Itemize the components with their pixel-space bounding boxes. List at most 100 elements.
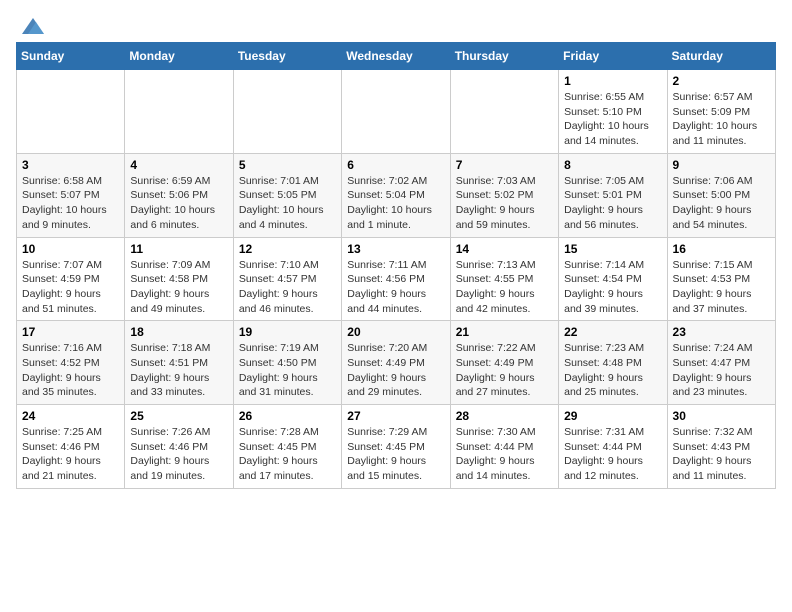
day-info: Sunrise: 7:02 AM Sunset: 5:04 PM Dayligh… xyxy=(347,174,444,233)
calendar-cell: 5 Sunrise: 7:01 AM Sunset: 5:05 PM Daylig… xyxy=(233,153,341,237)
calendar-cell xyxy=(233,70,341,154)
calendar-cell xyxy=(125,70,233,154)
day-number: 27 xyxy=(347,409,444,423)
day-number: 23 xyxy=(673,325,770,339)
calendar-cell: 23 Sunrise: 7:24 AM Sunset: 4:47 PM Dayli… xyxy=(667,321,775,405)
calendar-cell xyxy=(450,70,558,154)
day-number: 22 xyxy=(564,325,661,339)
day-number: 2 xyxy=(673,74,770,88)
calendar-cell: 9Sunrise: 7:06 AM Sunset: 5:00 PM Daylig… xyxy=(667,153,775,237)
calendar-week-row: 24 Sunrise: 7:25 AM Sunset: 4:46 PM Dayli… xyxy=(17,405,776,489)
day-info: Sunrise: 7:26 AM Sunset: 4:46 PM Dayligh… xyxy=(130,425,227,484)
logo-icon xyxy=(20,16,46,36)
day-number: 20 xyxy=(347,325,444,339)
day-info: Sunrise: 6:59 AM Sunset: 5:06 PM Dayligh… xyxy=(130,174,227,233)
calendar-cell: 8 Sunrise: 7:05 AM Sunset: 5:01 PM Daylig… xyxy=(559,153,667,237)
day-number: 1 xyxy=(564,74,661,88)
calendar-cell: 6 Sunrise: 7:02 AM Sunset: 5:04 PM Daylig… xyxy=(342,153,450,237)
day-info: Sunrise: 7:01 AM Sunset: 5:05 PM Dayligh… xyxy=(239,174,336,233)
calendar-cell: 26Sunrise: 7:28 AM Sunset: 4:45 PM Dayli… xyxy=(233,405,341,489)
day-number: 13 xyxy=(347,242,444,256)
day-info: Sunrise: 7:25 AM Sunset: 4:46 PM Dayligh… xyxy=(22,425,119,484)
calendar-week-row: 1 Sunrise: 6:55 AM Sunset: 5:10 PM Daylig… xyxy=(17,70,776,154)
day-info: Sunrise: 7:09 AM Sunset: 4:58 PM Dayligh… xyxy=(130,258,227,317)
calendar-cell xyxy=(342,70,450,154)
calendar-cell: 10Sunrise: 7:07 AM Sunset: 4:59 PM Dayli… xyxy=(17,237,125,321)
calendar-cell: 13 Sunrise: 7:11 AM Sunset: 4:56 PM Dayli… xyxy=(342,237,450,321)
day-info: Sunrise: 6:55 AM Sunset: 5:10 PM Dayligh… xyxy=(564,90,661,149)
calendar-cell: 27 Sunrise: 7:29 AM Sunset: 4:45 PM Dayli… xyxy=(342,405,450,489)
day-number: 7 xyxy=(456,158,553,172)
calendar-header-row: SundayMondayTuesdayWednesdayThursdayFrid… xyxy=(17,43,776,70)
day-of-week-header: Saturday xyxy=(667,43,775,70)
day-info: Sunrise: 7:22 AM Sunset: 4:49 PM Dayligh… xyxy=(456,341,553,400)
calendar-cell: 1 Sunrise: 6:55 AM Sunset: 5:10 PM Daylig… xyxy=(559,70,667,154)
day-number: 30 xyxy=(673,409,770,423)
day-number: 11 xyxy=(130,242,227,256)
day-info: Sunrise: 7:23 AM Sunset: 4:48 PM Dayligh… xyxy=(564,341,661,400)
day-number: 24 xyxy=(22,409,119,423)
day-info: Sunrise: 7:29 AM Sunset: 4:45 PM Dayligh… xyxy=(347,425,444,484)
day-number: 26 xyxy=(239,409,336,423)
day-number: 5 xyxy=(239,158,336,172)
day-of-week-header: Monday xyxy=(125,43,233,70)
day-number: 28 xyxy=(456,409,553,423)
day-number: 21 xyxy=(456,325,553,339)
day-number: 6 xyxy=(347,158,444,172)
day-number: 29 xyxy=(564,409,661,423)
calendar-cell: 28Sunrise: 7:30 AM Sunset: 4:44 PM Dayli… xyxy=(450,405,558,489)
day-number: 17 xyxy=(22,325,119,339)
day-number: 25 xyxy=(130,409,227,423)
calendar-cell: 12Sunrise: 7:10 AM Sunset: 4:57 PM Dayli… xyxy=(233,237,341,321)
day-info: Sunrise: 7:20 AM Sunset: 4:49 PM Dayligh… xyxy=(347,341,444,400)
calendar-cell: 20 Sunrise: 7:20 AM Sunset: 4:49 PM Dayli… xyxy=(342,321,450,405)
calendar-cell: 11 Sunrise: 7:09 AM Sunset: 4:58 PM Dayli… xyxy=(125,237,233,321)
day-info: Sunrise: 7:05 AM Sunset: 5:01 PM Dayligh… xyxy=(564,174,661,233)
day-number: 10 xyxy=(22,242,119,256)
day-info: Sunrise: 7:24 AM Sunset: 4:47 PM Dayligh… xyxy=(673,341,770,400)
calendar-cell: 25 Sunrise: 7:26 AM Sunset: 4:46 PM Dayli… xyxy=(125,405,233,489)
day-info: Sunrise: 7:16 AM Sunset: 4:52 PM Dayligh… xyxy=(22,341,119,400)
calendar-cell: 17 Sunrise: 7:16 AM Sunset: 4:52 PM Dayli… xyxy=(17,321,125,405)
day-number: 3 xyxy=(22,158,119,172)
day-info: Sunrise: 7:19 AM Sunset: 4:50 PM Dayligh… xyxy=(239,341,336,400)
calendar-cell: 18 Sunrise: 7:18 AM Sunset: 4:51 PM Dayli… xyxy=(125,321,233,405)
day-of-week-header: Sunday xyxy=(17,43,125,70)
calendar-cell: 3 Sunrise: 6:58 AM Sunset: 5:07 PM Daylig… xyxy=(17,153,125,237)
logo xyxy=(16,16,46,36)
calendar-cell: 30 Sunrise: 7:32 AM Sunset: 4:43 PM Dayli… xyxy=(667,405,775,489)
calendar-table: SundayMondayTuesdayWednesdayThursdayFrid… xyxy=(16,42,776,489)
calendar-cell: 29 Sunrise: 7:31 AM Sunset: 4:44 PM Dayli… xyxy=(559,405,667,489)
page-header xyxy=(16,16,776,36)
calendar-cell: 15 Sunrise: 7:14 AM Sunset: 4:54 PM Dayli… xyxy=(559,237,667,321)
day-number: 4 xyxy=(130,158,227,172)
calendar-week-row: 3 Sunrise: 6:58 AM Sunset: 5:07 PM Daylig… xyxy=(17,153,776,237)
day-number: 12 xyxy=(239,242,336,256)
day-info: Sunrise: 7:15 AM Sunset: 4:53 PM Dayligh… xyxy=(673,258,770,317)
calendar-week-row: 17 Sunrise: 7:16 AM Sunset: 4:52 PM Dayli… xyxy=(17,321,776,405)
day-info: Sunrise: 6:58 AM Sunset: 5:07 PM Dayligh… xyxy=(22,174,119,233)
day-info: Sunrise: 7:11 AM Sunset: 4:56 PM Dayligh… xyxy=(347,258,444,317)
day-info: Sunrise: 7:31 AM Sunset: 4:44 PM Dayligh… xyxy=(564,425,661,484)
day-info: Sunrise: 6:57 AM Sunset: 5:09 PM Dayligh… xyxy=(673,90,770,149)
calendar-cell: 21 Sunrise: 7:22 AM Sunset: 4:49 PM Dayli… xyxy=(450,321,558,405)
day-info: Sunrise: 7:14 AM Sunset: 4:54 PM Dayligh… xyxy=(564,258,661,317)
calendar-cell: 22 Sunrise: 7:23 AM Sunset: 4:48 PM Dayli… xyxy=(559,321,667,405)
day-number: 18 xyxy=(130,325,227,339)
day-of-week-header: Thursday xyxy=(450,43,558,70)
calendar-cell: 4 Sunrise: 6:59 AM Sunset: 5:06 PM Daylig… xyxy=(125,153,233,237)
calendar-cell xyxy=(17,70,125,154)
calendar-cell: 14Sunrise: 7:13 AM Sunset: 4:55 PM Dayli… xyxy=(450,237,558,321)
day-number: 15 xyxy=(564,242,661,256)
calendar-cell: 24 Sunrise: 7:25 AM Sunset: 4:46 PM Dayli… xyxy=(17,405,125,489)
day-info: Sunrise: 7:03 AM Sunset: 5:02 PM Dayligh… xyxy=(456,174,553,233)
day-info: Sunrise: 7:13 AM Sunset: 4:55 PM Dayligh… xyxy=(456,258,553,317)
calendar-cell: 2 Sunrise: 6:57 AM Sunset: 5:09 PM Daylig… xyxy=(667,70,775,154)
day-of-week-header: Wednesday xyxy=(342,43,450,70)
day-number: 16 xyxy=(673,242,770,256)
calendar-cell: 19Sunrise: 7:19 AM Sunset: 4:50 PM Dayli… xyxy=(233,321,341,405)
day-number: 8 xyxy=(564,158,661,172)
day-info: Sunrise: 7:32 AM Sunset: 4:43 PM Dayligh… xyxy=(673,425,770,484)
day-info: Sunrise: 7:18 AM Sunset: 4:51 PM Dayligh… xyxy=(130,341,227,400)
day-info: Sunrise: 7:06 AM Sunset: 5:00 PM Dayligh… xyxy=(673,174,770,233)
